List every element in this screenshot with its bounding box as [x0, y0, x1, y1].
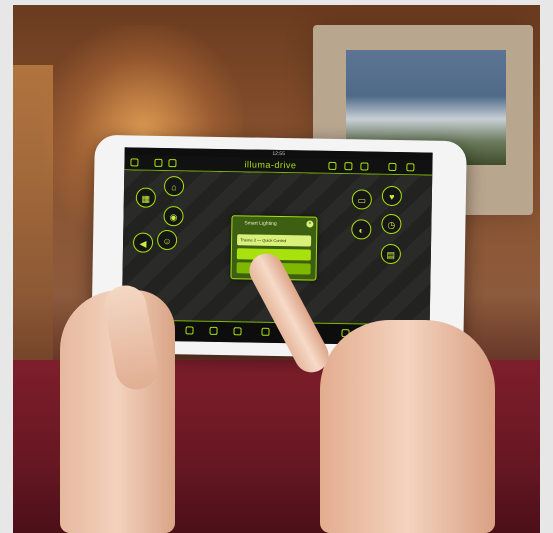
popup-title: Smart Lighting — [244, 220, 277, 227]
gauge-icon[interactable] — [154, 158, 163, 167]
app-logo: illuma-drive — [244, 159, 297, 171]
lock-icon[interactable] — [168, 159, 177, 168]
popup-option-theme[interactable]: Theme 3 — Quick Control — [237, 234, 312, 247]
alert-icon[interactable] — [360, 162, 369, 171]
gauge-icon[interactable] — [209, 326, 218, 335]
home-icon[interactable] — [130, 158, 139, 167]
close-icon[interactable]: × — [306, 220, 314, 228]
status-time: 12:55 — [272, 150, 285, 158]
settings-icon[interactable] — [406, 163, 415, 172]
battery-icon[interactable] — [185, 326, 194, 335]
battery-icon — [388, 162, 397, 172]
power-icon[interactable] — [233, 327, 242, 336]
house-icon[interactable] — [344, 162, 353, 171]
home-icon[interactable] — [261, 327, 270, 336]
grid-icon[interactable] — [328, 161, 337, 170]
right-hand — [320, 320, 495, 533]
